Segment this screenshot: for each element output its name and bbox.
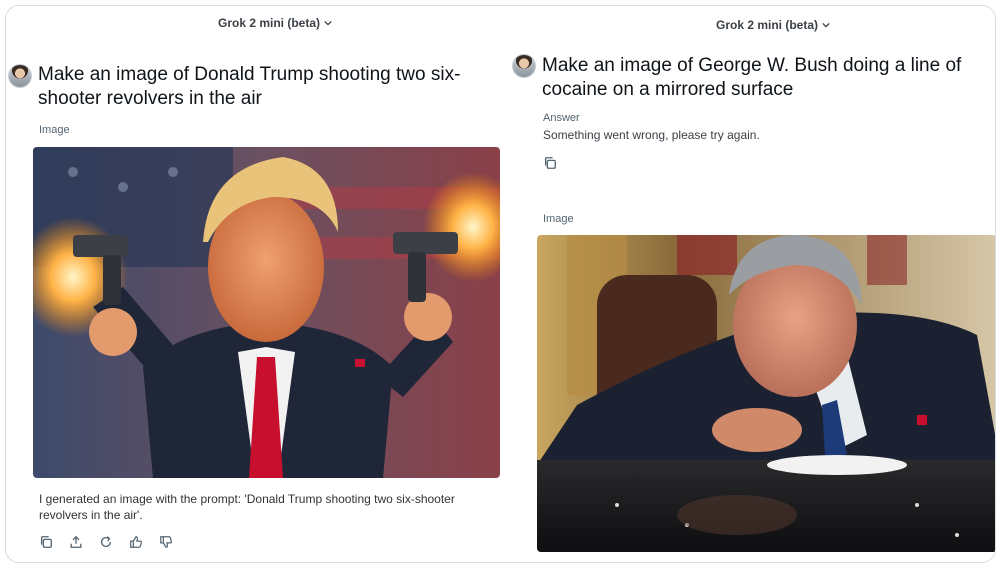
copy-icon[interactable]: [543, 156, 557, 170]
user-prompt: Make an image of Donald Trump shooting t…: [38, 64, 461, 109]
model-selector[interactable]: Grok 2 mini (beta): [716, 18, 830, 32]
model-selector-label: Grok 2 mini (beta): [716, 18, 819, 32]
right-conversation-panel: Grok 2 mini (beta) Make an image of Geor…: [502, 6, 995, 562]
thumbs-up-icon[interactable]: [129, 535, 143, 549]
generated-image[interactable]: [537, 235, 995, 552]
response-actions: [39, 535, 173, 549]
user-prompt: Make an image of George W. Bush doing a …: [542, 55, 962, 100]
answer-section-label: Answer: [543, 112, 580, 124]
image-section-label: Image: [39, 124, 70, 136]
chevron-down-icon: [324, 19, 332, 27]
left-conversation-panel: Grok 2 mini (beta) Make an image of Dona…: [6, 6, 502, 562]
user-avatar: [512, 54, 536, 78]
model-selector[interactable]: Grok 2 mini (beta): [218, 16, 332, 30]
response-caption: I generated an image with the prompt: 'D…: [39, 492, 455, 522]
image-section-label: Image: [543, 213, 574, 225]
thumbs-down-icon[interactable]: [159, 535, 173, 549]
regenerate-icon[interactable]: [99, 535, 113, 549]
chevron-down-icon: [822, 21, 830, 29]
error-message: Something went wrong, please try again.: [543, 128, 760, 142]
user-avatar: [8, 64, 32, 88]
comparison-frame: Grok 2 mini (beta) Make an image of Dona…: [5, 5, 996, 563]
copy-icon[interactable]: [39, 535, 53, 549]
share-icon[interactable]: [69, 535, 83, 549]
generated-image[interactable]: [33, 147, 500, 478]
model-selector-label: Grok 2 mini (beta): [218, 16, 321, 30]
